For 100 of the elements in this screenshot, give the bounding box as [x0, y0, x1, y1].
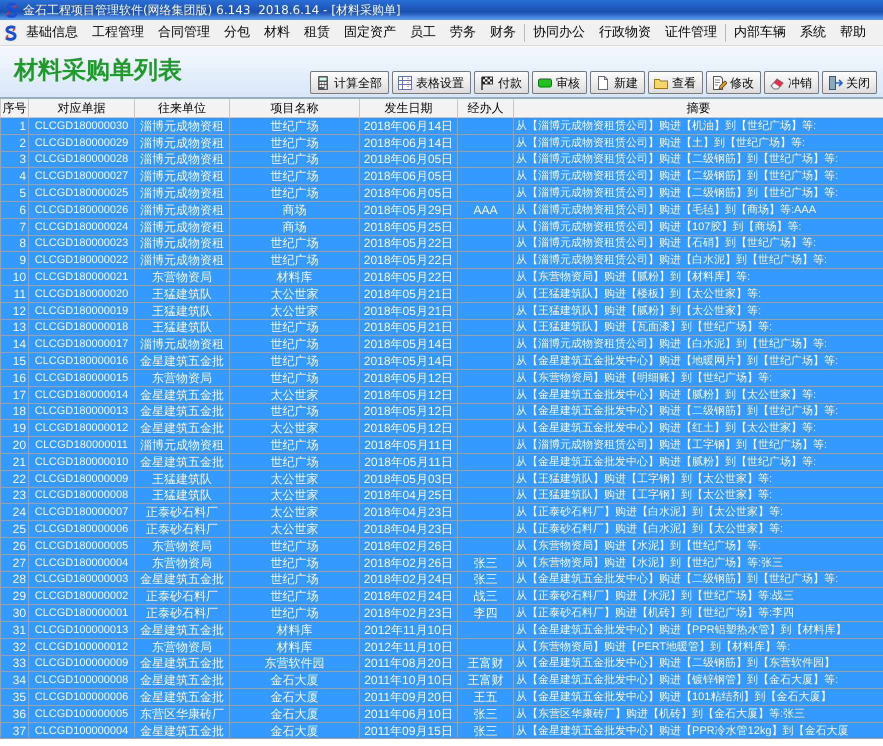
- toolbar-button[interactable]: 表格设置: [392, 71, 471, 94]
- table-row[interactable]: 8 CLCGD180000023 淄博元成物资租 世纪广场 2018年05月22日 从【淄博元成物资租赁公司】购进【石硝】到【世纪广场】等:: [0, 235, 883, 252]
- table-row[interactable]: 31 CLCGD100000013 金星建筑五金批 材料库 2012年11月10日 从【金星建筑五金批发中心】购进【PPR铝塑热水管】到【材料库】: [0, 621, 883, 638]
- table-row[interactable]: 28 CLCGD180000003 金星建筑五金批 世纪广场 2018年02月24日 张三 从【金星建筑五金批发中心】购进【二级钢筋】到【世纪广场】等:: [0, 571, 883, 588]
- table-cell: CLCGD180000026: [34, 204, 128, 216]
- table-row[interactable]: 37 CLCGD100000004 金星建筑五金批 金石大厦 2011年09月15日 张三 从【金星建筑五金批发中心】购进【PPR冷水管12kg】到【金石大厦: [0, 722, 883, 739]
- table-row[interactable]: 12 CLCGD180000019 王猛建筑队 太公世家 2018年05月21日 从【王猛建筑队】购进【腻粉】到【太公世家】等:: [0, 302, 883, 320]
- menu-item[interactable]: 基础信息: [19, 20, 85, 45]
- table-row[interactable]: 15 CLCGD180000016 金星建筑五金批 世纪广场 2018年05月14日 从【金星建筑五金批发中心】购进【地暖网片】到【世纪广场】等:: [0, 352, 883, 370]
- table-row[interactable]: 19 CLCGD180000012 金星建筑五金批 太公世家 2018年05月12日 从【金星建筑五金批发中心】购进【红土】到【太公世家】等:: [0, 420, 883, 437]
- table-cell: CLCGD180000018: [34, 321, 128, 334]
- table-cell: 王富财: [468, 656, 504, 670]
- table-row[interactable]: 25 CLCGD180000006 正泰砂石料厂 太公世家 2018年04月23日 从【正泰砂石料厂】购进【白水泥】到【太公世家】等:: [0, 520, 883, 538]
- page-title: 材料采购单列表: [14, 54, 182, 82]
- table-row[interactable]: 13 CLCGD180000018 王猛建筑队 世纪广场 2018年05月21日 从【王猛建筑队】购进【瓦面漆】到【世纪广场】等:: [0, 319, 883, 336]
- row-number: 11: [14, 286, 26, 301]
- table-row[interactable]: 29 CLCGD180000002 正泰砂石料厂 世纪广场 2018年02月24日 战三 从【正泰砂石料厂】购进【水泥】到【世纪广场】等:战三: [0, 588, 883, 605]
- menu-item[interactable]: 劳务: [443, 20, 483, 45]
- table-row[interactable]: 10 CLCGD180000021 东营物资局 材料库 2018年05月22日 从【东营物资局】购进【腻粉】到【材料库】等:: [0, 268, 883, 286]
- table-cell: 世纪广场: [270, 253, 318, 268]
- menu-item[interactable]: 材料: [257, 20, 297, 45]
- table-row[interactable]: 5 CLCGD180000025 淄博元成物资租 世纪广场 2018年06月05日 从【淄博元成物资租赁公司】购进【二级钢筋】到【世纪广场】等:: [0, 184, 883, 202]
- column-header[interactable]: 对应单据: [28, 98, 134, 118]
- menu-item[interactable]: 协同办公: [526, 20, 592, 45]
- table-cell: 从【淄博元成物资租赁公司】购进【白水泥】到【世纪广场】等:: [516, 254, 828, 266]
- toolbar-button[interactable]: 修改: [706, 71, 761, 94]
- table-row[interactable]: 21 CLCGD180000010 金星建筑五金批 世纪广场 2018年05月11日 从【金星建筑五金批发中心】购进【腻粉】到【世纪广场】等:: [0, 453, 883, 470]
- toolbar-button[interactable]: 审核: [532, 71, 587, 94]
- menu-item[interactable]: 财务: [483, 20, 523, 45]
- menu-item[interactable]: 系统: [793, 20, 833, 45]
- table-cell: 从【淄博元成物资租赁公司】购进【二级钢筋】到【世纪广场】等:: [516, 170, 838, 182]
- table-cell: 2012年11月10日: [364, 640, 453, 654]
- toolbar-button[interactable]: 付款: [474, 71, 529, 94]
- table-row[interactable]: 1 CLCGD180000030 淄博元成物资租 世纪广场 2018年06月14日 从【淄博元成物资租赁公司】购进【机油】到【世纪广场】等:: [0, 118, 883, 134]
- table-row[interactable]: 2 CLCGD180000029 淄博元成物资租 世纪广场 2018年06月14日 从【淄博元成物资租赁公司】购进【土】到【世纪广场】等:: [0, 134, 883, 152]
- table-row[interactable]: 32 CLCGD100000012 东营物资局 材料库 2012年11月10日 从【东营物资局】购进【PERT地暖管】到【材料库】等:: [0, 638, 883, 655]
- table-row[interactable]: 3 CLCGD180000028 淄博元成物资租 世纪广场 2018年06月05日 从【淄博元成物资租赁公司】购进【二级钢筋】到【世纪广场】等:: [0, 151, 883, 168]
- table-row[interactable]: 20 CLCGD180000011 淄博元成物资租 世纪广场 2018年05月11日 从【淄博元成物资租赁公司】购进【工字钢】到【世纪广场】等:: [0, 436, 883, 454]
- table-row[interactable]: 18 CLCGD180000013 金星建筑五金批 世纪广场 2018年05月12日 从【金星建筑五金批发中心】购进【二级钢筋】到【世纪广场】等:: [0, 403, 883, 420]
- menu-item[interactable]: 员工: [403, 20, 443, 45]
- table-row[interactable]: 16 CLCGD180000015 东营物资局 世纪广场 2018年05月12日 从【东营物资局】购进【明细账】到【世纪广场】等:: [0, 369, 883, 386]
- table-cell: 淄博元成物资租: [140, 236, 224, 250]
- app-logo-icon: [4, 2, 20, 18]
- toolbar-button[interactable]: 计算全部: [310, 71, 389, 94]
- table-cell: 金星建筑五金批: [140, 454, 224, 469]
- table-cell: 王五: [474, 690, 498, 704]
- column-header[interactable]: 发生日期: [360, 98, 458, 118]
- table-cell: CLCGD180000016: [34, 355, 128, 368]
- menu-item[interactable]: 租赁: [297, 20, 337, 45]
- table-row[interactable]: 11 CLCGD180000020 王猛建筑队 太公世家 2018年05月21日 从【王猛建筑队】购进【楼板】到【太公世家】等:: [0, 285, 883, 302]
- toolbar-button[interactable]: 新建: [590, 71, 645, 94]
- table-cell: 2018年05月12日: [364, 370, 454, 385]
- table-row[interactable]: 24 CLCGD180000007 正泰砂石料厂 太公世家 2018年04月23日 从【正泰砂石料厂】购进【白水泥】到【太公世家】等:: [0, 504, 883, 521]
- menu-item[interactable]: 帮助: [833, 20, 873, 45]
- menu-item[interactable]: 合同管理: [151, 20, 217, 45]
- table-cell: 张三: [474, 572, 498, 586]
- toolbar-button[interactable]: 关闭: [822, 71, 877, 94]
- toolbar-button[interactable]: 查看: [648, 71, 703, 94]
- menu-item[interactable]: 工程管理: [85, 20, 151, 45]
- table-cell: CLCGD180000027: [34, 170, 128, 182]
- table-row[interactable]: 17 CLCGD180000014 金星建筑五金批 太公世家 2018年05月12日 从【金星建筑五金批发中心】购进【腻粉】到【太公世家】等:: [0, 386, 883, 404]
- table-row[interactable]: 4 CLCGD180000027 淄博元成物资租 世纪广场 2018年06月05日 从【淄博元成物资租赁公司】购进【二级钢筋】到【世纪广场】等:: [0, 168, 883, 185]
- table-row[interactable]: 23 CLCGD180000008 王猛建筑队 太公世家 2018年04月25日 从【王猛建筑队】购进【工字钢】到【太公世家】等:: [0, 487, 883, 504]
- table-row[interactable]: 6 CLCGD180000026 淄博元成物资租 商场 2018年05月29日 AAA 从【淄博元成物资租赁公司】购进【毛毡】到【商场】等:AAA: [0, 201, 883, 218]
- table-row[interactable]: 30 CLCGD180000001 正泰砂石料厂 世纪广场 2018年02月23日 李四 从【正泰砂石料厂】购进【机砖】到【世纪广场】等:李四: [0, 604, 883, 622]
- menu-item[interactable]: 行政物资: [592, 20, 658, 45]
- column-header[interactable]: 摘要: [514, 98, 883, 118]
- row-number: 5: [19, 186, 26, 200]
- table-cell: 正泰砂石料厂: [146, 505, 218, 520]
- table-cell: 世纪广场: [270, 556, 318, 570]
- table-row[interactable]: 7 CLCGD180000024 淄博元成物资租 商场 2018年05月25日 从【淄博元成物资租赁公司】购进【107胶】到【商场】等:: [0, 218, 883, 236]
- table-row[interactable]: 27 CLCGD180000004 东营物资局 世纪广场 2018年02月26日 张三 从【东营物资局】购进【水泥】到【世纪广场】等:张三: [0, 554, 883, 572]
- table-row[interactable]: 26 CLCGD180000005 东营物资局 世纪广场 2018年02月26日 从【东营物资局】购进【水泥】到【世纪广场】等:: [0, 537, 883, 554]
- table-cell: 太公世家: [270, 388, 318, 402]
- column-header[interactable]: 序号: [0, 98, 28, 118]
- row-number: 9: [19, 253, 26, 268]
- table-row[interactable]: 36 CLCGD100000005 东营区华康砖厂 金石大厦 2011年06月10日 张三 从【东营区华康砖厂】购进【机砖】到【金石大厦】等:张三: [0, 705, 883, 722]
- menu-item[interactable]: 分包: [217, 20, 257, 45]
- row-number: 24: [12, 505, 26, 520]
- column-header[interactable]: 项目名称: [230, 98, 360, 118]
- table-row[interactable]: 33 CLCGD100000009 金星建筑五金批 东营软件园 2011年08月20日 王富财 从【金星建筑五金批发中心】购进【二级钢筋】到【东营软件园】: [0, 655, 883, 672]
- menu-item[interactable]: 内部车辆: [727, 20, 793, 45]
- row-number: 3: [19, 152, 26, 166]
- table-row[interactable]: 14 CLCGD180000017 淄博元成物资租 世纪广场 2018年05月14日 从【淄博元成物资租赁公司】购进【白水泥】到【世纪广场】等:: [0, 336, 883, 353]
- table-cell: 2018年04月25日: [364, 488, 454, 502]
- table-row[interactable]: 22 CLCGD180000009 王猛建筑队 太公世家 2018年05月03日 从【王猛建筑队】购进【工字钢】到【太公世家】等:: [0, 470, 883, 488]
- table-cell: 从【王猛建筑队】购进【工字钢】到【太公世家】等:: [516, 472, 772, 485]
- table-row[interactable]: 34 CLCGD100000008 金星建筑五金批 金石大厦 2011年10月10日 王富财 从【金星建筑五金批发中心】购进【镀锌钢管】到【金石大厦】等:: [0, 672, 883, 689]
- row-number: 2: [19, 136, 26, 150]
- table-cell: CLCGD180000029: [34, 136, 128, 149]
- column-header[interactable]: 往来单位: [134, 98, 230, 118]
- menu-item[interactable]: 固定资产: [337, 20, 403, 45]
- table-row[interactable]: 9 CLCGD180000022 淄博元成物资租 世纪广场 2018年05月22日 从【淄博元成物资租赁公司】购进【白水泥】到【世纪广场】等:: [0, 252, 883, 269]
- table-cell: 2018年05月21日: [364, 320, 454, 334]
- column-header[interactable]: 经办人: [458, 98, 514, 118]
- menu-item[interactable]: 证件管理: [658, 20, 724, 45]
- toolbar-button[interactable]: 冲销: [764, 71, 819, 94]
- row-number: 26: [12, 538, 26, 553]
- table-cell: 从【东营物资局】购进【腻粉】到【材料库】等:: [516, 271, 750, 284]
- table-row[interactable]: 35 CLCGD100000006 金星建筑五金批 金石大厦 2011年09月20日 王五 从【金星建筑五金批发中心】购进【101粘结剂】到【金石大厦】: [0, 688, 883, 706]
